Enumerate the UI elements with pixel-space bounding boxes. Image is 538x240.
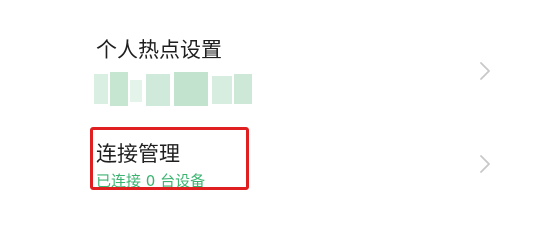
connected-devices-status: 已连接 0 台设备: [96, 172, 206, 190]
settings-list: 个人热点设置 连接管理 已连接 0 台设备: [0, 0, 538, 212]
chevron-right-icon: [480, 62, 490, 80]
chevron-right-icon: [480, 155, 490, 173]
connection-management-title: 连接管理: [96, 142, 180, 166]
blurred-hotspot-value: [94, 72, 252, 106]
personal-hotspot-settings-title: 个人热点设置: [96, 38, 222, 62]
connection-management-row[interactable]: 连接管理 已连接 0 台设备: [0, 124, 538, 204]
personal-hotspot-settings-row[interactable]: 个人热点设置: [0, 22, 538, 114]
